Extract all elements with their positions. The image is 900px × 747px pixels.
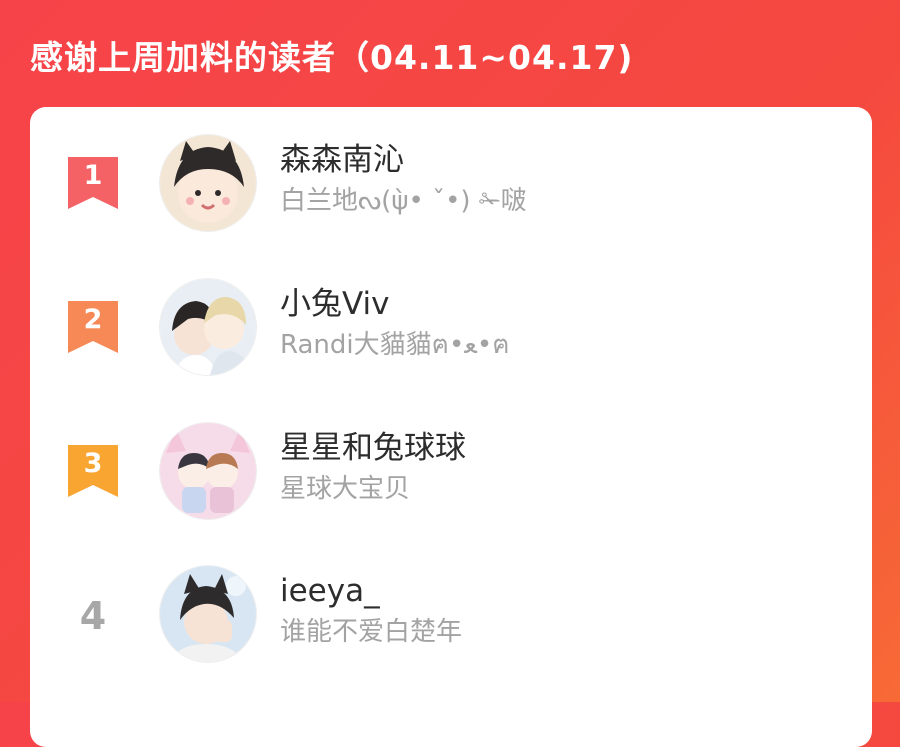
anime-boy-cat-ears-blue-avatar-icon (160, 566, 256, 662)
avatar[interactable] (160, 423, 256, 519)
reader-name[interactable]: 森森南沁 (280, 139, 404, 181)
reader-subtitle: 谁能不爱白楚年 (280, 617, 463, 647)
rank-number: 4 (79, 594, 107, 638)
chibi-pair-pink-avatar-icon (160, 423, 256, 519)
rank-number: 3 (83, 448, 103, 479)
two-anime-boys-avatar-icon (160, 279, 256, 375)
reader-row-4[interactable]: 4 ieeya_ 谁能不爱白楚年 (30, 566, 872, 666)
reader-subtitle: Randi大貓貓ฅ•ﻌ•ฅ (280, 330, 510, 360)
reader-row-1[interactable]: 1 森森南沁 白兰地ᔓ(ψ̀• ˇ•) ✁啵 (30, 135, 872, 235)
reader-name[interactable]: 星星和兔球球 (280, 427, 466, 469)
page-title: 感谢上周加料的读者（04.11~04.17) (30, 38, 634, 77)
avatar[interactable] (160, 566, 256, 662)
reader-subtitle: 白兰地ᔓ(ψ̀• ˇ•) ✁啵 (280, 186, 527, 216)
reader-subtitle: 星球大宝贝 (280, 474, 411, 504)
anime-boy-cat-ears-avatar-icon (160, 135, 256, 231)
rank-ribbon-icon: 2 (68, 301, 118, 353)
reader-ranking-card: 1 森森南沁 白兰地ᔓ(ψ̀• ˇ•) ✁啵 2 小兔Viv Randi大貓貓ฅ… (30, 107, 872, 747)
rank-number: 2 (83, 304, 103, 335)
avatar[interactable] (160, 135, 256, 231)
reader-name[interactable]: 小兔Viv (280, 283, 389, 325)
reader-row-2[interactable]: 2 小兔Viv Randi大貓貓ฅ•ﻌ•ฅ (30, 279, 872, 379)
rank-ribbon-icon: 1 (68, 157, 118, 209)
rank-ribbon-icon: 3 (68, 445, 118, 497)
reader-row-3[interactable]: 3 星星和兔球球 星球大宝贝 (30, 423, 872, 523)
avatar[interactable] (160, 279, 256, 375)
rank-number: 1 (83, 160, 103, 191)
reader-name[interactable]: ieeya_ (280, 570, 380, 612)
